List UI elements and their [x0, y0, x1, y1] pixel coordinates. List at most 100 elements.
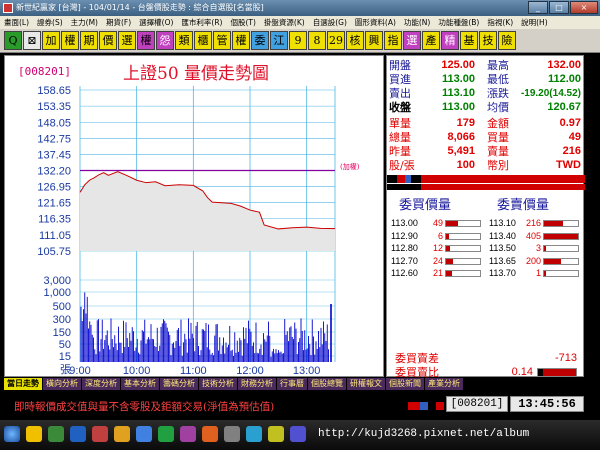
ask-header: 委賣價量: [497, 198, 550, 213]
bid-ask-diff-row: 委買賣差 -713: [395, 352, 581, 365]
volume-tick-label: 500: [53, 301, 71, 313]
watermark-url: http://kujd3268.pixnet.net/album: [318, 428, 530, 440]
price-tick-label: 137.45: [37, 150, 71, 162]
tab-9[interactable]: 研權報文: [347, 378, 386, 390]
menu-item[interactable]: 說明(H): [517, 16, 552, 29]
menu-item[interactable]: 指視(K): [483, 16, 517, 29]
app-taskbar-icon[interactable]: [48, 426, 64, 442]
chart-title: 上證50 量價走勢圖: [123, 64, 270, 84]
toolbar-button[interactable]: 管: [213, 31, 231, 50]
tab-10[interactable]: 個股新聞: [386, 378, 425, 390]
bid-price: 113.00: [391, 218, 418, 228]
toolbar-button[interactable]: 價: [99, 31, 117, 50]
tab-6[interactable]: 財務分析: [238, 378, 277, 390]
toolbar-button[interactable]: 權: [137, 31, 155, 50]
ask-volume: 405: [525, 230, 541, 241]
network-icon[interactable]: [246, 426, 262, 442]
toolbar-button[interactable]: 櫃: [194, 31, 212, 50]
firefox-icon[interactable]: [202, 426, 218, 442]
tab-1[interactable]: 橫向分析: [43, 378, 82, 390]
minimize-button[interactable]: _: [528, 1, 548, 14]
toolbar-button[interactable]: 類: [175, 31, 193, 50]
toolbar-button[interactable]: 8: [308, 31, 326, 50]
toolbar-button[interactable]: 權: [232, 31, 250, 50]
toolbar: Q ⊠ 加權期價選權怨類櫃管權委江 9 8 29 核興指選產精基技險: [0, 29, 600, 53]
menu-item[interactable]: 主力(M): [67, 16, 102, 29]
menu-item[interactable]: 期貨(F): [102, 16, 135, 29]
menu-item[interactable]: 圖形資料(A): [351, 16, 400, 29]
toolbar-button[interactable]: 選: [403, 31, 421, 50]
menu-item[interactable]: 匯市利率(R): [177, 16, 226, 29]
menu-item[interactable]: 功能(N): [400, 16, 434, 29]
browser-icon[interactable]: [70, 426, 86, 442]
media-icon[interactable]: [92, 426, 108, 442]
ask-row: 113.65 200: [489, 255, 581, 267]
bid-volume: 12: [432, 243, 443, 253]
toolbar-button[interactable]: Q: [4, 31, 22, 50]
total-vol-label: 總量: [389, 131, 411, 144]
menu-item[interactable]: 功能種盤(B): [434, 16, 483, 29]
status-time: 13:45:56: [510, 396, 584, 412]
ask-volume-bar: [544, 258, 561, 264]
tab-4[interactable]: 籌碼分析: [160, 378, 199, 390]
toolbar-button[interactable]: 委: [251, 31, 269, 50]
word-icon[interactable]: [136, 426, 152, 442]
low-value: 112.00: [547, 73, 581, 85]
toolbar-button[interactable]: 產: [422, 31, 440, 50]
change-value: -19.20(14.52): [520, 88, 581, 99]
prev-vol-label: 昨量: [389, 145, 411, 158]
toolbar-button[interactable]: 權: [61, 31, 79, 50]
tab-5[interactable]: 技術分析: [199, 378, 238, 390]
menu-item[interactable]: 證券(S): [33, 16, 67, 29]
bid-row: 113.00 49: [391, 217, 483, 229]
menu-item[interactable]: 畫面(L): [0, 16, 33, 29]
toolbar-button[interactable]: 興: [365, 31, 383, 50]
toolbar-button[interactable]: 技: [479, 31, 497, 50]
toolbar-button[interactable]: ⊠: [23, 31, 41, 50]
ask-row: 113.10 216: [489, 217, 581, 229]
toolbar-button[interactable]: 怨: [156, 31, 174, 50]
start-icon[interactable]: [4, 426, 20, 442]
trading-icon[interactable]: [180, 426, 196, 442]
unit-vol-value: 179: [456, 117, 475, 129]
bid-volume: 21: [432, 268, 443, 278]
explorer-icon[interactable]: [26, 426, 42, 442]
tab-2[interactable]: 深度分析: [82, 378, 121, 390]
toolbar-button[interactable]: 9: [289, 31, 307, 50]
quote-panel: 開盤 125.00 最高 132.00 買進 113.00 最低 112.00 …: [386, 55, 585, 379]
excel-icon[interactable]: [158, 426, 174, 442]
menu-item[interactable]: 選擇權(O): [135, 16, 177, 29]
tab-7[interactable]: 行事曆: [277, 378, 308, 390]
settings-icon[interactable]: [224, 426, 240, 442]
folder-icon[interactable]: [114, 426, 130, 442]
toolbar-button[interactable]: 基: [460, 31, 478, 50]
status-code: [008201]: [446, 396, 508, 412]
status-flags: [408, 402, 444, 410]
change-label: 漲跌: [487, 87, 509, 100]
maximize-button[interactable]: □: [549, 1, 569, 14]
menu-item[interactable]: 個股(T): [227, 16, 260, 29]
toolbar-button[interactable]: 江: [270, 31, 288, 50]
tab-0[interactable]: 當日走勢: [4, 378, 43, 390]
tab-3[interactable]: 基本分析: [121, 378, 160, 390]
close-button[interactable]: ×: [570, 1, 598, 14]
toolbar-button[interactable]: 加: [42, 31, 60, 50]
menu-item[interactable]: 自選設(G): [309, 16, 351, 29]
toolbar-button[interactable]: 29: [327, 31, 345, 50]
price-tick-label: 158.65: [37, 85, 71, 97]
quote-row: 總量 8,066 買量 49: [387, 131, 585, 144]
toolbar-button[interactable]: 指: [384, 31, 402, 50]
toolbar-button[interactable]: 選: [118, 31, 136, 50]
tab-8[interactable]: 個股總覽: [308, 378, 347, 390]
toolbar-button[interactable]: 精: [441, 31, 459, 50]
toolbar-button[interactable]: 險: [498, 31, 516, 50]
chat-icon[interactable]: [290, 426, 306, 442]
toolbar-button[interactable]: 核: [346, 31, 364, 50]
toolbar-button[interactable]: 期: [80, 31, 98, 50]
close-value: 113.00: [441, 101, 475, 113]
menu-item[interactable]: 掛盤資源(K): [260, 16, 309, 29]
tab-11[interactable]: 產業分析: [425, 378, 464, 390]
price-tick-label: 116.35: [38, 214, 71, 226]
notes-icon[interactable]: [268, 426, 284, 442]
ask-price: 113.50: [489, 243, 516, 253]
